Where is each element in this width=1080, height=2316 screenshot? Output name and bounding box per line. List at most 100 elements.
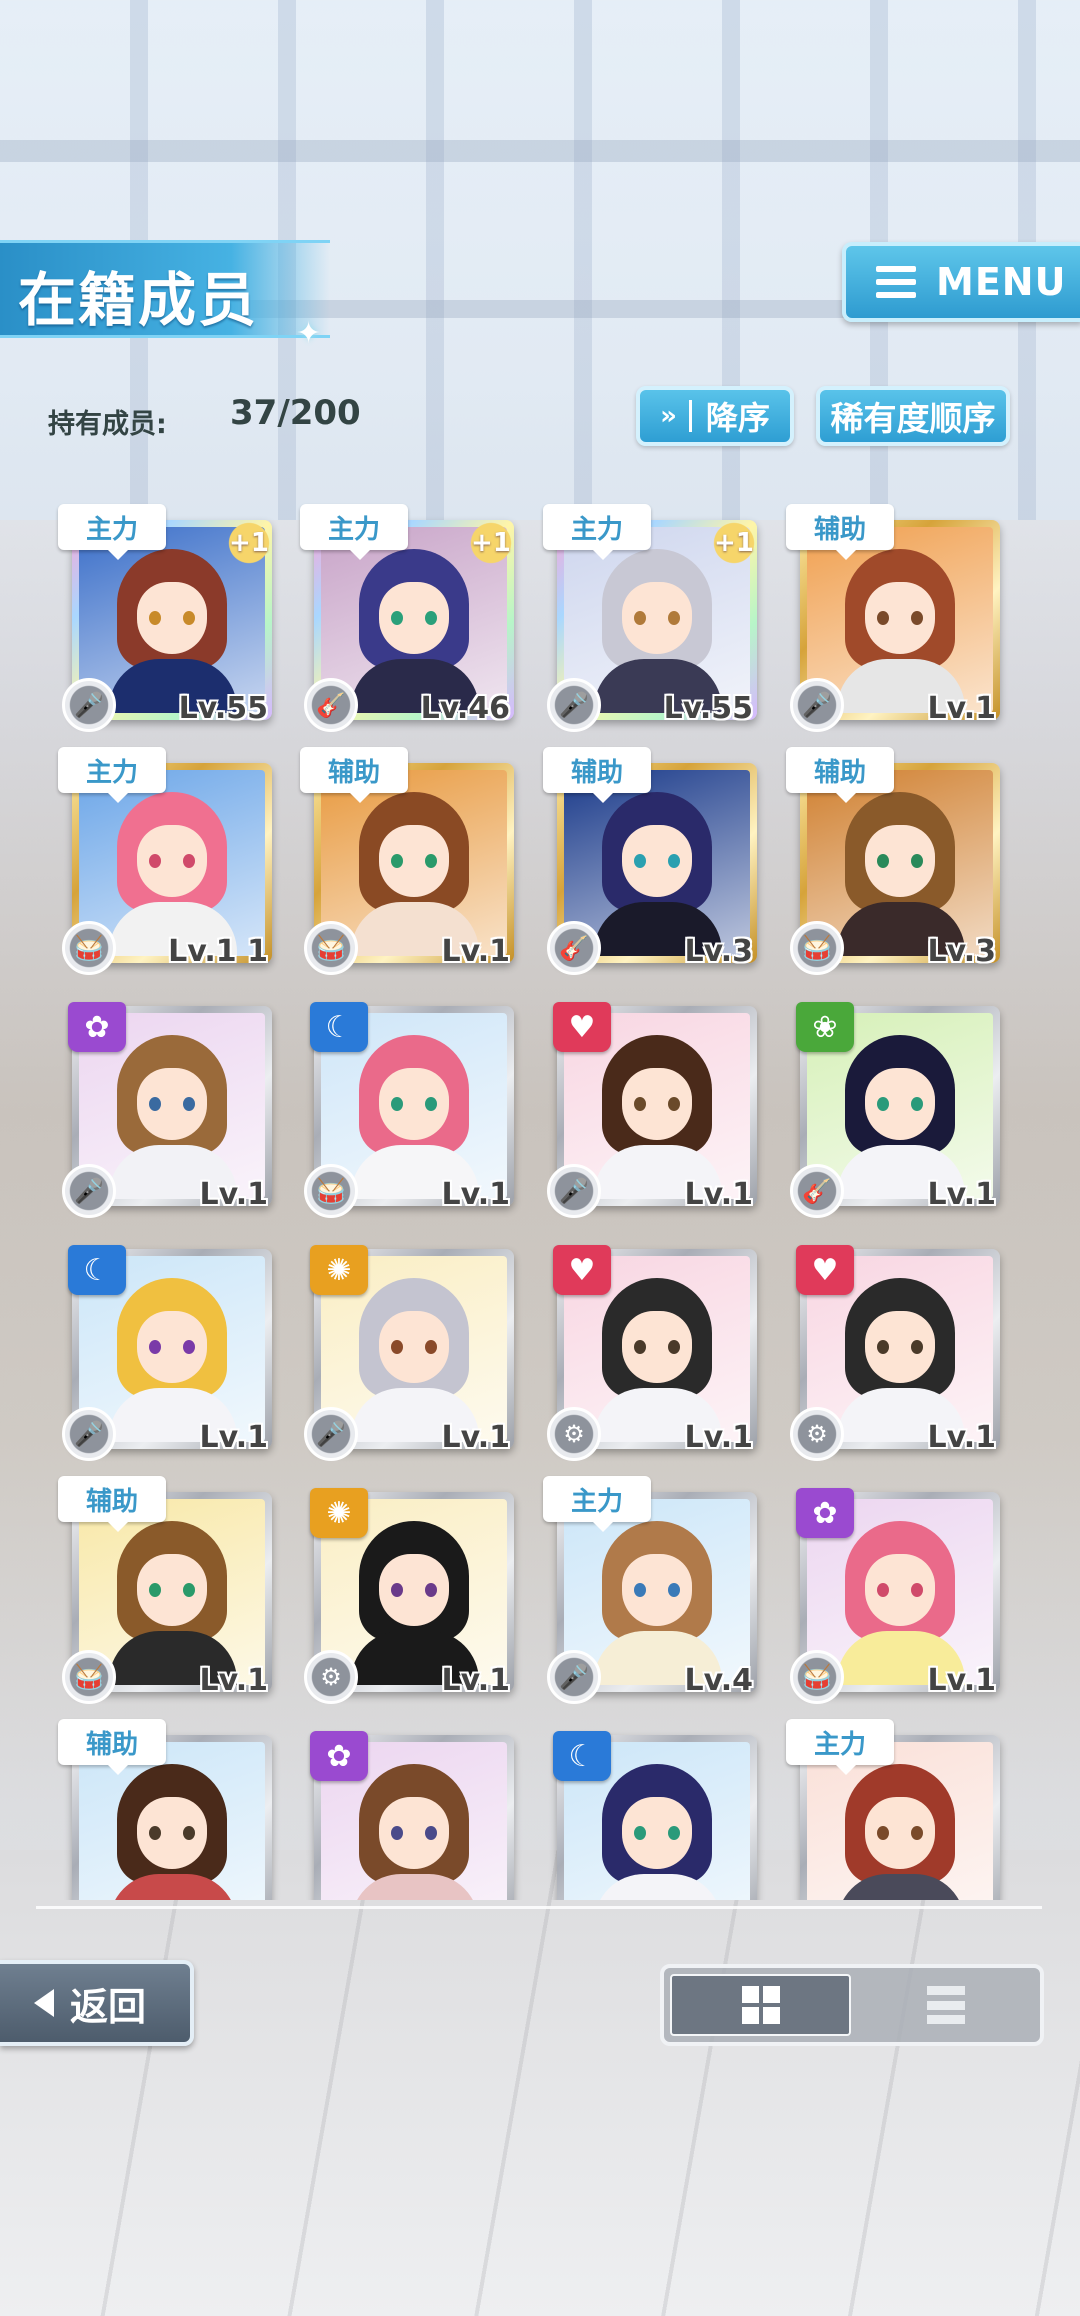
member-card[interactable]: 🎤 Lv.4 主力: [543, 1476, 757, 1704]
level-label: Lv.1: [927, 1177, 997, 1212]
instrument-type-icon: 🎤: [62, 678, 116, 732]
level-label: Lv.1: [441, 934, 511, 969]
member-card[interactable]: +1 🎤 Lv.55 主力: [543, 504, 763, 732]
member-card[interactable]: +1 🎸 Lv.46 主力: [300, 504, 520, 732]
member-card[interactable]: ✿: [310, 1731, 514, 1900]
member-card[interactable]: 主力: [786, 1719, 1000, 1900]
level-label: Lv.55: [663, 691, 753, 726]
role-tag: 辅助: [300, 747, 408, 803]
role-tag: 辅助: [58, 1719, 166, 1775]
level-label: Lv.1: [441, 1177, 511, 1212]
instrument-type-icon: 🎤: [547, 1650, 601, 1704]
star-plus-badge: +1: [705, 514, 763, 572]
list-view-button[interactable]: [857, 1974, 1034, 2036]
attribute-icon: ♥: [796, 1245, 854, 1295]
title-banner: 在籍成员: [0, 240, 330, 338]
attribute-icon: ✺: [310, 1245, 368, 1295]
member-card[interactable]: 🥁 Lv.1 辅助: [58, 1476, 272, 1704]
attribute-icon: ✺: [310, 1488, 368, 1538]
instrument-type-icon: 🎸: [547, 921, 601, 975]
level-label: Lv.1: [199, 1663, 269, 1698]
instrument-type-icon: 🎤: [790, 678, 844, 732]
role-tag: 辅助: [786, 747, 894, 803]
level-label: Lv.1 1: [168, 934, 268, 969]
instrument-type-icon: 🎸: [304, 678, 358, 732]
role-tag: 辅助: [58, 1476, 166, 1532]
page-title: 在籍成员: [18, 266, 259, 334]
background-beam: [0, 140, 1080, 162]
attribute-icon: ☾: [553, 1731, 611, 1781]
role-tag: 主力: [786, 1719, 894, 1775]
member-card[interactable]: ☾: [553, 1731, 757, 1900]
attribute-icon: ❀: [796, 1002, 854, 1052]
star-plus-badge: +1: [462, 514, 520, 572]
member-card[interactable]: ♥ ⚙ Lv.1: [547, 1245, 757, 1461]
instrument-type-icon: ⚙: [304, 1650, 358, 1704]
sort-rarity-label: 稀有度顺序: [830, 399, 996, 438]
role-tag: 主力: [543, 1476, 651, 1532]
character-portrait: [79, 1742, 265, 1900]
member-card[interactable]: ♥ 🎤 Lv.1: [547, 1002, 757, 1218]
instrument-type-icon: 🎤: [62, 1164, 116, 1218]
instrument-type-icon: 🎤: [547, 678, 601, 732]
instrument-type-icon: 🎤: [304, 1407, 358, 1461]
back-label: 返回: [70, 1984, 147, 2029]
instrument-type-icon: 🥁: [62, 1650, 116, 1704]
instrument-type-icon: 🥁: [62, 921, 116, 975]
level-label: Lv.1: [441, 1663, 511, 1698]
member-count: 37/200: [230, 393, 361, 433]
member-card[interactable]: 🎸 Lv.3 辅助: [543, 747, 757, 975]
menu-label: MENU: [936, 260, 1067, 304]
hamburger-icon: [876, 266, 916, 298]
level-label: Lv.4: [684, 1663, 754, 1698]
instrument-type-icon: 🎤: [547, 1164, 601, 1218]
instrument-type-icon: 🥁: [304, 1164, 358, 1218]
back-arrow-icon: [34, 1989, 54, 2017]
instrument-type-icon: 🎤: [62, 1407, 116, 1461]
menu-button[interactable]: MENU: [842, 242, 1080, 322]
member-card[interactable]: ✺ ⚙ Lv.1: [304, 1488, 514, 1704]
level-label: Lv.1: [199, 1420, 269, 1455]
member-card[interactable]: ♥ ⚙ Lv.1: [790, 1245, 1000, 1461]
role-tag: 主力: [58, 504, 166, 560]
grid-view-button[interactable]: [670, 1974, 851, 2036]
role-tag: 主力: [58, 747, 166, 803]
attribute-icon: ✿: [310, 1731, 368, 1781]
member-card[interactable]: 🥁 Lv.3 辅助: [786, 747, 1000, 975]
member-card[interactable]: ✿ 🥁 Lv.1: [790, 1488, 1000, 1704]
member-card[interactable]: 🥁 Lv.1 辅助: [300, 747, 514, 975]
member-card[interactable]: 辅助: [58, 1719, 272, 1900]
level-label: Lv.1: [199, 1177, 269, 1212]
level-label: Lv.1: [927, 691, 997, 726]
sort-order-label: 降序: [705, 399, 770, 437]
member-card[interactable]: ✺ 🎤 Lv.1: [304, 1245, 514, 1461]
level-label: Lv.55: [178, 691, 268, 726]
member-card[interactable]: ✿ 🎤 Lv.1: [62, 1002, 272, 1218]
member-card[interactable]: +1 🎤 Lv.55 主力: [58, 504, 278, 732]
member-count-label: 持有成员:: [48, 409, 167, 440]
character-portrait: [807, 1742, 993, 1900]
level-label: Lv.1: [441, 1420, 511, 1455]
sort-order-button[interactable]: » 降序: [636, 386, 794, 446]
level-label: Lv.1: [684, 1177, 754, 1212]
member-card[interactable]: ☾ 🥁 Lv.1: [304, 1002, 514, 1218]
member-card[interactable]: ❀ 🎸 Lv.1: [790, 1002, 1000, 1218]
attribute-icon: ☾: [68, 1245, 126, 1295]
instrument-type-icon: 🎸: [790, 1164, 844, 1218]
instrument-type-icon: ⚙: [790, 1407, 844, 1461]
role-tag: 辅助: [786, 504, 894, 560]
member-card[interactable]: ☾ 🎤 Lv.1: [62, 1245, 272, 1461]
level-label: Lv.1: [927, 1420, 997, 1455]
attribute-icon: ♥: [553, 1002, 611, 1052]
level-label: Lv.3: [927, 934, 997, 969]
attribute-icon: ✿: [68, 1002, 126, 1052]
member-grid: +1 🎤 Lv.55 主力 +1 🎸 Lv.46 主力 +1 🎤 Lv.55 主力 🎤 Lv.1 辅助 🥁 Lv…: [0, 490, 1080, 1900]
level-label: Lv.46: [420, 691, 510, 726]
instrument-type-icon: 🥁: [790, 921, 844, 975]
member-card[interactable]: 🥁 Lv.1 1 主力: [58, 747, 272, 975]
sort-rarity-button[interactable]: 稀有度顺序: [816, 386, 1010, 446]
level-label: Lv.1: [927, 1663, 997, 1698]
member-card[interactable]: 🎤 Lv.1 辅助: [786, 504, 1000, 732]
back-button[interactable]: 返回: [0, 1960, 194, 2046]
role-tag: 主力: [543, 504, 651, 560]
